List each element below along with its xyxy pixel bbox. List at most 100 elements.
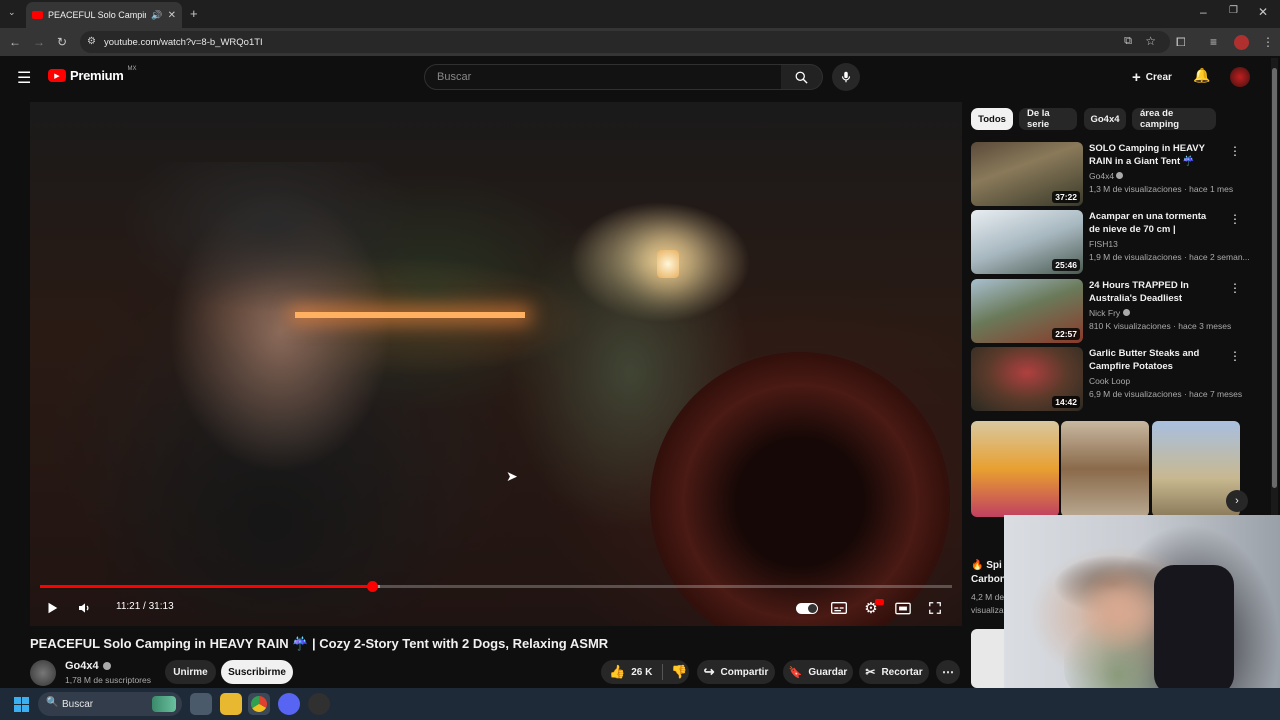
search-input[interactable]: Buscar xyxy=(424,64,782,90)
chip-label: Todos xyxy=(978,113,1006,125)
plus-icon: + xyxy=(1132,68,1141,86)
chip-area-de-camping[interactable]: área de camping xyxy=(1132,108,1216,130)
windows-start-icon[interactable] xyxy=(14,697,29,712)
media-control-icon[interactable]: ≡ xyxy=(1210,36,1217,48)
settings-button[interactable]: ⚙ xyxy=(861,598,884,618)
share-button[interactable]: ↪ Compartir xyxy=(697,660,775,684)
minimize-icon[interactable]: – xyxy=(1200,6,1207,18)
taskbar-search[interactable]: 🔍 Buscar xyxy=(38,692,182,716)
recommendation-item[interactable]: 37:22 SOLO Camping in HEAVY RAIN in a Gi… xyxy=(971,142,1261,206)
join-label: Unirme xyxy=(173,666,208,678)
chrome-icon[interactable] xyxy=(248,693,270,715)
clip-button[interactable]: ✂ Recortar xyxy=(859,660,929,684)
bookmark-star-icon[interactable]: ☆ xyxy=(1145,34,1156,48)
thumbs-up-icon: 👍 xyxy=(609,664,626,679)
discord-icon[interactable] xyxy=(278,693,300,715)
extensions-icon[interactable]: ⧠ xyxy=(1176,36,1186,48)
thumbs-down-icon[interactable]: 👎 xyxy=(671,664,687,680)
channel-text: Cook Loop xyxy=(1089,376,1131,386)
create-label: Crear xyxy=(1145,71,1172,83)
chip-todos[interactable]: Todos xyxy=(971,108,1013,130)
task-view-icon[interactable] xyxy=(190,693,212,715)
tab-audio-icon[interactable]: 🔊 xyxy=(151,10,162,21)
hamburger-menu-icon[interactable]: ☰ xyxy=(17,68,31,88)
volume-button[interactable] xyxy=(75,598,95,618)
recommendation-item[interactable]: 14:42 Garlic Butter Steaks and Campfire … xyxy=(971,347,1261,411)
browser-menu-icon[interactable]: ⋮ xyxy=(1262,36,1274,48)
search-button[interactable] xyxy=(781,64,823,90)
maximize-icon[interactable]: ❐ xyxy=(1229,6,1238,16)
more-vertical-icon[interactable]: ⋮ xyxy=(1229,212,1241,226)
video-thumbnail[interactable]: 14:42 xyxy=(971,347,1083,411)
video-title: PEACEFUL Solo Camping in HEAVY RAIN ☔ | … xyxy=(30,636,609,651)
more-vertical-icon[interactable]: ⋮ xyxy=(1229,144,1241,158)
miniplayer-button[interactable] xyxy=(893,598,913,618)
chip-go4x4[interactable]: Go4x4 xyxy=(1084,108,1126,130)
channel-avatar[interactable] xyxy=(1230,67,1250,87)
more-actions-button[interactable]: ⋯ xyxy=(936,660,960,684)
join-button[interactable]: Unirme xyxy=(165,660,216,684)
like-button[interactable]: 👍 26 K xyxy=(609,664,652,680)
hd-badge-icon xyxy=(875,599,884,605)
back-icon[interactable]: ← xyxy=(9,36,21,48)
search-icon xyxy=(795,71,808,84)
browser-toolbar: ← → ↻ ⚙ youtube.com/watch?v=8-b_WRQo1TI … xyxy=(0,28,1280,56)
verified-badge-icon xyxy=(1122,309,1130,316)
tab-title: PEACEFUL Solo Camping in xyxy=(48,10,146,20)
video-progress-bar[interactable] xyxy=(40,581,952,592)
channel-avatar[interactable] xyxy=(30,660,56,686)
subscribe-button[interactable]: Suscribirme xyxy=(221,660,293,684)
shorts-next-button[interactable]: › xyxy=(1226,490,1248,512)
recommendation-item[interactable]: 25:46 Acampar en una tormenta de nieve d… xyxy=(971,210,1261,274)
share-icon: ↪ xyxy=(703,664,715,679)
duration-badge: 14:42 xyxy=(1052,396,1080,408)
youtube-logo[interactable]: ▶ Premium MX xyxy=(48,65,137,83)
video-thumbnail[interactable]: 22:57 xyxy=(971,279,1083,343)
channel-text: Nick Fry xyxy=(1089,308,1121,318)
youtube-play-logo-icon: ▶ xyxy=(48,69,66,82)
chip-label: De la serie xyxy=(1027,108,1050,130)
clip-label: Recortar xyxy=(881,666,923,678)
more-vertical-icon[interactable]: ⋮ xyxy=(1229,349,1241,363)
forward-icon[interactable]: → xyxy=(33,36,45,48)
short-thumbnail[interactable] xyxy=(1061,421,1149,517)
partial-card[interactable] xyxy=(971,629,1004,688)
tab-list-icon[interactable]: ⌄ xyxy=(8,8,16,17)
more-vertical-icon[interactable]: ⋮ xyxy=(1229,281,1241,295)
scrollbar-thumb[interactable] xyxy=(1272,68,1277,488)
new-tab-icon[interactable]: + xyxy=(190,7,198,20)
youtube-header: ☰ ▶ Premium MX Buscar + Crear 🔔 xyxy=(0,56,1280,100)
recommendation-item[interactable]: 22:57 24 Hours TRAPPED In Australia's De… xyxy=(971,279,1261,343)
mouse-cursor-icon: ➤ xyxy=(506,468,518,484)
search-icon: 🔍 xyxy=(46,697,59,708)
duration-badge: 37:22 xyxy=(1052,191,1080,203)
voice-search-button[interactable] xyxy=(832,63,860,91)
install-icon[interactable]: ⧉ xyxy=(1124,35,1132,48)
subtitles-button[interactable] xyxy=(829,598,849,618)
video-player[interactable]: ➤ xyxy=(30,102,962,626)
browser-tab[interactable]: PEACEFUL Solo Camping in 🔊 ✕ xyxy=(26,2,182,28)
autoplay-toggle[interactable] xyxy=(795,598,819,618)
channel-name[interactable]: Go4x4 xyxy=(65,660,111,672)
create-button[interactable]: + Crear xyxy=(1124,65,1180,89)
scrubber-handle[interactable] xyxy=(366,581,378,592)
played-bar xyxy=(40,585,372,588)
close-window-icon[interactable]: ✕ xyxy=(1258,6,1268,18)
file-explorer-icon[interactable] xyxy=(220,693,242,715)
notifications-bell-icon[interactable]: 🔔 xyxy=(1193,67,1210,84)
video-thumbnail[interactable]: 37:22 xyxy=(971,142,1083,206)
video-thumbnail[interactable]: 25:46 xyxy=(971,210,1083,274)
subscriber-count: 1,78 M de suscriptores xyxy=(65,675,151,685)
save-button[interactable]: 🔖 Guardar xyxy=(783,660,853,684)
play-button[interactable] xyxy=(42,598,62,618)
address-bar[interactable]: ⚙ youtube.com/watch?v=8-b_WRQo1TI ⧉ ☆ xyxy=(80,31,1170,53)
obs-icon[interactable] xyxy=(308,693,330,715)
chip-de-la-serie[interactable]: De la serie xyxy=(1019,108,1077,130)
reload-icon[interactable]: ↻ xyxy=(57,36,67,48)
short-thumbnail[interactable] xyxy=(971,421,1059,517)
profile-avatar[interactable] xyxy=(1234,35,1249,50)
logo-region: MX xyxy=(127,65,137,72)
site-info-icon[interactable]: ⚙ xyxy=(87,36,96,47)
fullscreen-button[interactable] xyxy=(925,598,945,618)
tab-close-icon[interactable]: ✕ xyxy=(168,10,176,21)
